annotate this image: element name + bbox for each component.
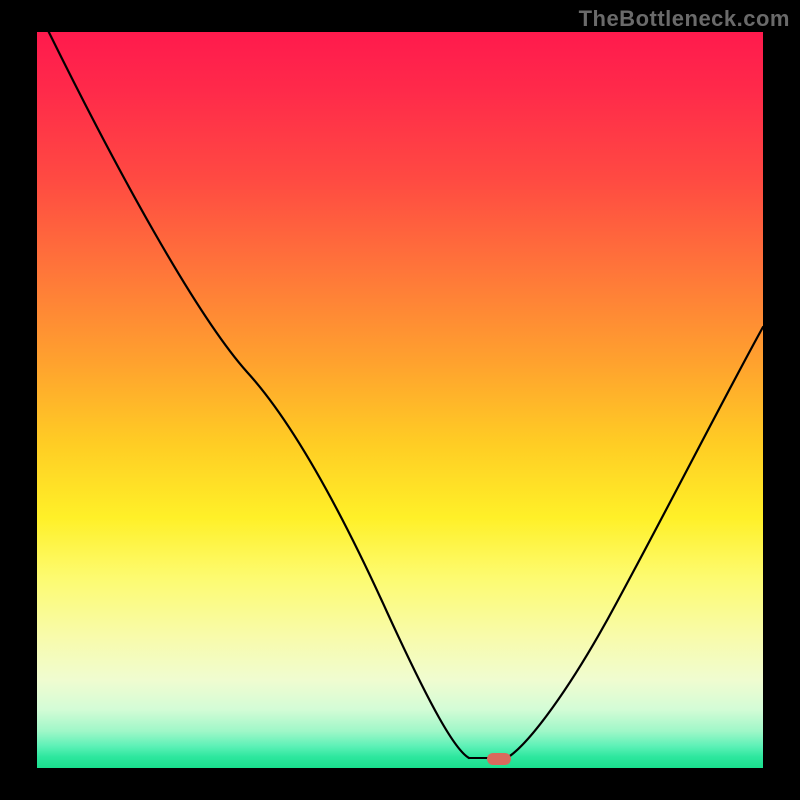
- curve-right-arm: [507, 327, 763, 758]
- chart-frame: TheBottleneck.com: [0, 0, 800, 800]
- plot-area: [37, 32, 763, 768]
- optimal-marker: [487, 753, 511, 765]
- curve-left-arm: [37, 32, 469, 758]
- bottleneck-curve: [37, 32, 763, 768]
- watermark-text: TheBottleneck.com: [579, 6, 790, 32]
